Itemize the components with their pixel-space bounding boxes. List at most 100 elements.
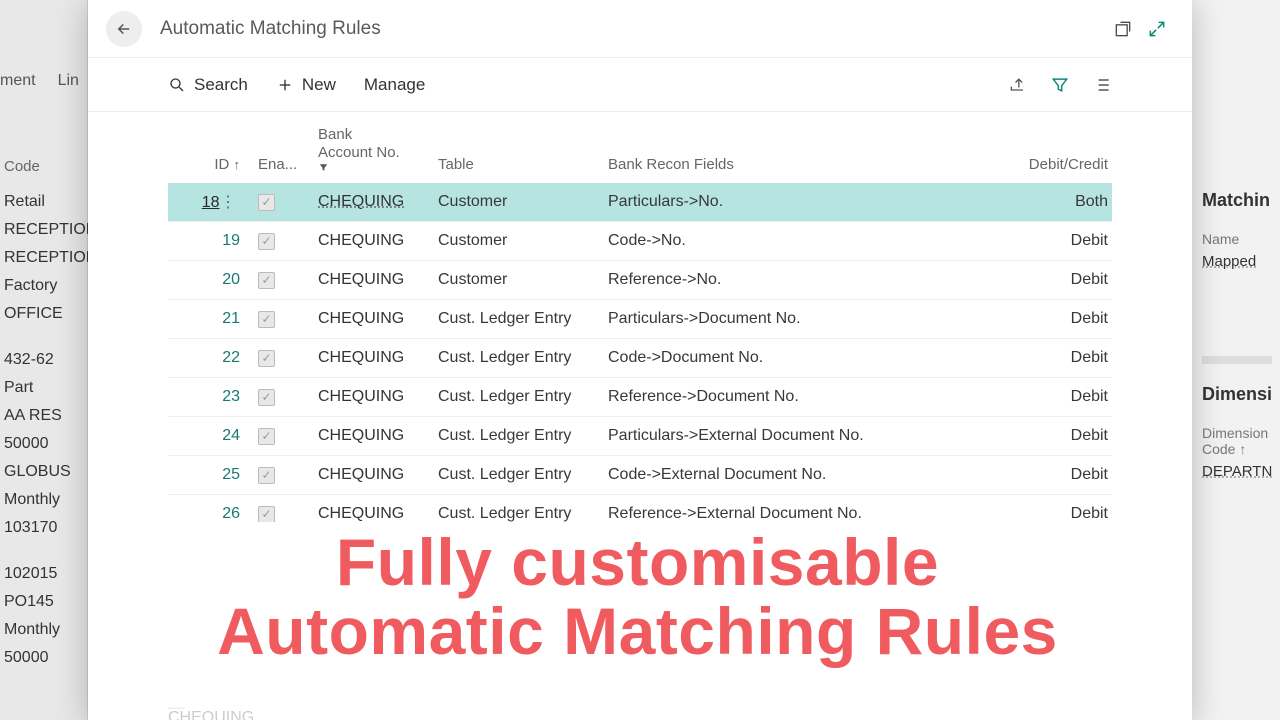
col-dc[interactable]: Debit/Credit	[978, 156, 1108, 173]
title-bar: Automatic Matching Rules	[88, 0, 1192, 58]
row-dc: Debit	[978, 466, 1108, 484]
row-id-link[interactable]: 21	[222, 310, 240, 327]
row-bank: CHEQUING	[318, 271, 438, 289]
share-button[interactable]	[1008, 75, 1028, 95]
table-row[interactable]: 19 ✓ CHEQUINGCustomerCode->No.Debit	[168, 222, 1112, 261]
row-table: Customer	[438, 271, 608, 289]
bg-list-item: PO145	[0, 588, 88, 616]
bg-right-panel: Matchin Name Mapped Dimensi Dimension Co…	[1192, 0, 1280, 720]
bg-list-item: Part	[0, 374, 88, 402]
row-id-link[interactable]: 18	[202, 194, 220, 211]
caption-line1: Fully customisable	[149, 528, 1126, 597]
bg-scrollbar	[1202, 356, 1272, 364]
checkbox-icon[interactable]: ✓	[258, 311, 275, 328]
checkbox-icon[interactable]: ✓	[258, 272, 275, 289]
bg-tab: ment	[0, 72, 36, 112]
bg-right-dim-value: DEPARTN	[1202, 463, 1272, 480]
table-row[interactable]: 20 ✓ CHEQUINGCustomerReference->No.Debit	[168, 261, 1112, 300]
funnel-icon	[318, 162, 438, 173]
popout-icon	[1113, 19, 1133, 39]
table-row[interactable]: 25✓CHEQUINGCust. Ledger EntryCode->Exter…	[168, 456, 1112, 495]
row-recon: Reference->External Document No.	[608, 505, 978, 523]
manage-menu[interactable]: Manage	[364, 75, 425, 95]
col-enabled[interactable]: Ena...	[258, 156, 318, 173]
row-menu-button[interactable]: ⋮	[220, 194, 236, 211]
search-button[interactable]: Search	[168, 75, 248, 95]
row-id-link[interactable]: 26	[222, 505, 240, 522]
bg-list-item: OFFICE	[0, 300, 88, 328]
expand-button[interactable]	[1140, 12, 1174, 46]
col-id[interactable]: ID ↑	[168, 156, 258, 173]
sort-asc-icon: ↑	[234, 157, 241, 172]
bg-right-dim-label: Dimension Code ↑	[1202, 425, 1272, 457]
col-bank-label: Bank Account No.	[318, 126, 408, 162]
checkbox-icon[interactable]: ✓	[258, 467, 275, 484]
row-table: Customer	[438, 193, 608, 211]
bg-list-item: Monthly	[0, 486, 88, 514]
row-id-link[interactable]: 22	[222, 349, 240, 366]
row-bank: CHEQUING	[318, 466, 438, 484]
row-bank: CHEQUING	[318, 193, 438, 211]
bg-tab: Lin	[58, 72, 79, 112]
row-recon: Reference->Document No.	[608, 388, 978, 406]
caption-line2: Automatic Matching Rules	[149, 597, 1126, 666]
row-id-link[interactable]: 20	[222, 271, 240, 288]
checkbox-icon[interactable]: ✓	[258, 506, 275, 523]
row-dc: Debit	[978, 427, 1108, 445]
col-bank[interactable]: Bank Account No.	[318, 126, 438, 173]
row-dc: Debit	[978, 271, 1108, 289]
row-table: Customer	[438, 232, 608, 250]
back-button[interactable]	[106, 11, 142, 47]
row-dc: Debit	[978, 349, 1108, 367]
row-id-link[interactable]: 24	[222, 427, 240, 444]
open-new-window-button[interactable]	[1106, 12, 1140, 46]
row-bank: CHEQUING	[318, 427, 438, 445]
row-bank: CHEQUING	[318, 232, 438, 250]
plus-icon	[276, 76, 294, 94]
table-row[interactable]: 23✓CHEQUINGCust. Ledger EntryReference->…	[168, 378, 1112, 417]
row-dc: Debit	[978, 388, 1108, 406]
filter-button[interactable]	[1050, 75, 1070, 95]
bg-list-item: Retail	[0, 188, 88, 216]
row-table: Cust. Ledger Entry	[438, 427, 608, 445]
checkbox-icon[interactable]: ✓	[258, 428, 275, 445]
row-dc: Debit	[978, 232, 1108, 250]
row-recon: Particulars->Document No.	[608, 310, 978, 328]
bg-list-item	[0, 328, 88, 346]
bg-tabs: ment Lin	[0, 72, 79, 112]
manage-label: Manage	[364, 75, 425, 95]
row-table: Cust. Ledger Entry	[438, 388, 608, 406]
row-id-link[interactable]: 23	[222, 388, 240, 405]
search-label: Search	[194, 75, 248, 95]
expand-icon	[1147, 19, 1167, 39]
checkbox-icon[interactable]: ✓	[258, 350, 275, 367]
col-table[interactable]: Table	[438, 156, 608, 173]
bg-left-list: RetailRECEPTIONRECEPTION 2FactoryOFFICE4…	[0, 188, 88, 672]
bg-right-section1: Matchin	[1202, 190, 1272, 211]
checkbox-icon[interactable]: ✓	[258, 194, 275, 211]
row-recon: Code->Document No.	[608, 349, 978, 367]
row-recon: Reference->No.	[608, 271, 978, 289]
row-recon: Code->External Document No.	[608, 466, 978, 484]
col-recon[interactable]: Bank Recon Fields	[608, 156, 978, 173]
list-view-button[interactable]	[1092, 75, 1112, 95]
row-bank: CHEQUING	[318, 310, 438, 328]
row-recon: Particulars->External Document No.	[608, 427, 978, 445]
bg-list-item	[0, 542, 88, 560]
col-id-label: ID	[214, 156, 229, 173]
table-row[interactable]: 24 ✓ CHEQUINGCust. Ledger EntryParticulars…	[168, 417, 1112, 456]
row-recon: Code->No.	[608, 232, 978, 250]
new-button[interactable]: New	[276, 75, 336, 95]
share-icon	[1008, 75, 1028, 95]
table-row[interactable]: 22✓CHEQUINGCust. Ledger EntryCode->Docum…	[168, 339, 1112, 378]
row-id-link[interactable]: 19	[222, 232, 240, 249]
table-row[interactable]: 21✓CHEQUINGCust. Ledger EntryParticulars…	[168, 300, 1112, 339]
row-bank: CHEQUING	[318, 349, 438, 367]
row-bank: CHEQUING	[318, 505, 438, 523]
table-row[interactable]: 18 ⋮✓CHEQUINGCustomerParticulars->No.Bot…	[168, 183, 1112, 222]
filter-icon	[1050, 75, 1070, 95]
checkbox-icon[interactable]: ✓	[258, 389, 275, 406]
row-recon: Particulars->No.	[608, 193, 978, 211]
row-id-link[interactable]: 25	[222, 466, 240, 483]
checkbox-icon[interactable]: ✓	[258, 233, 275, 250]
